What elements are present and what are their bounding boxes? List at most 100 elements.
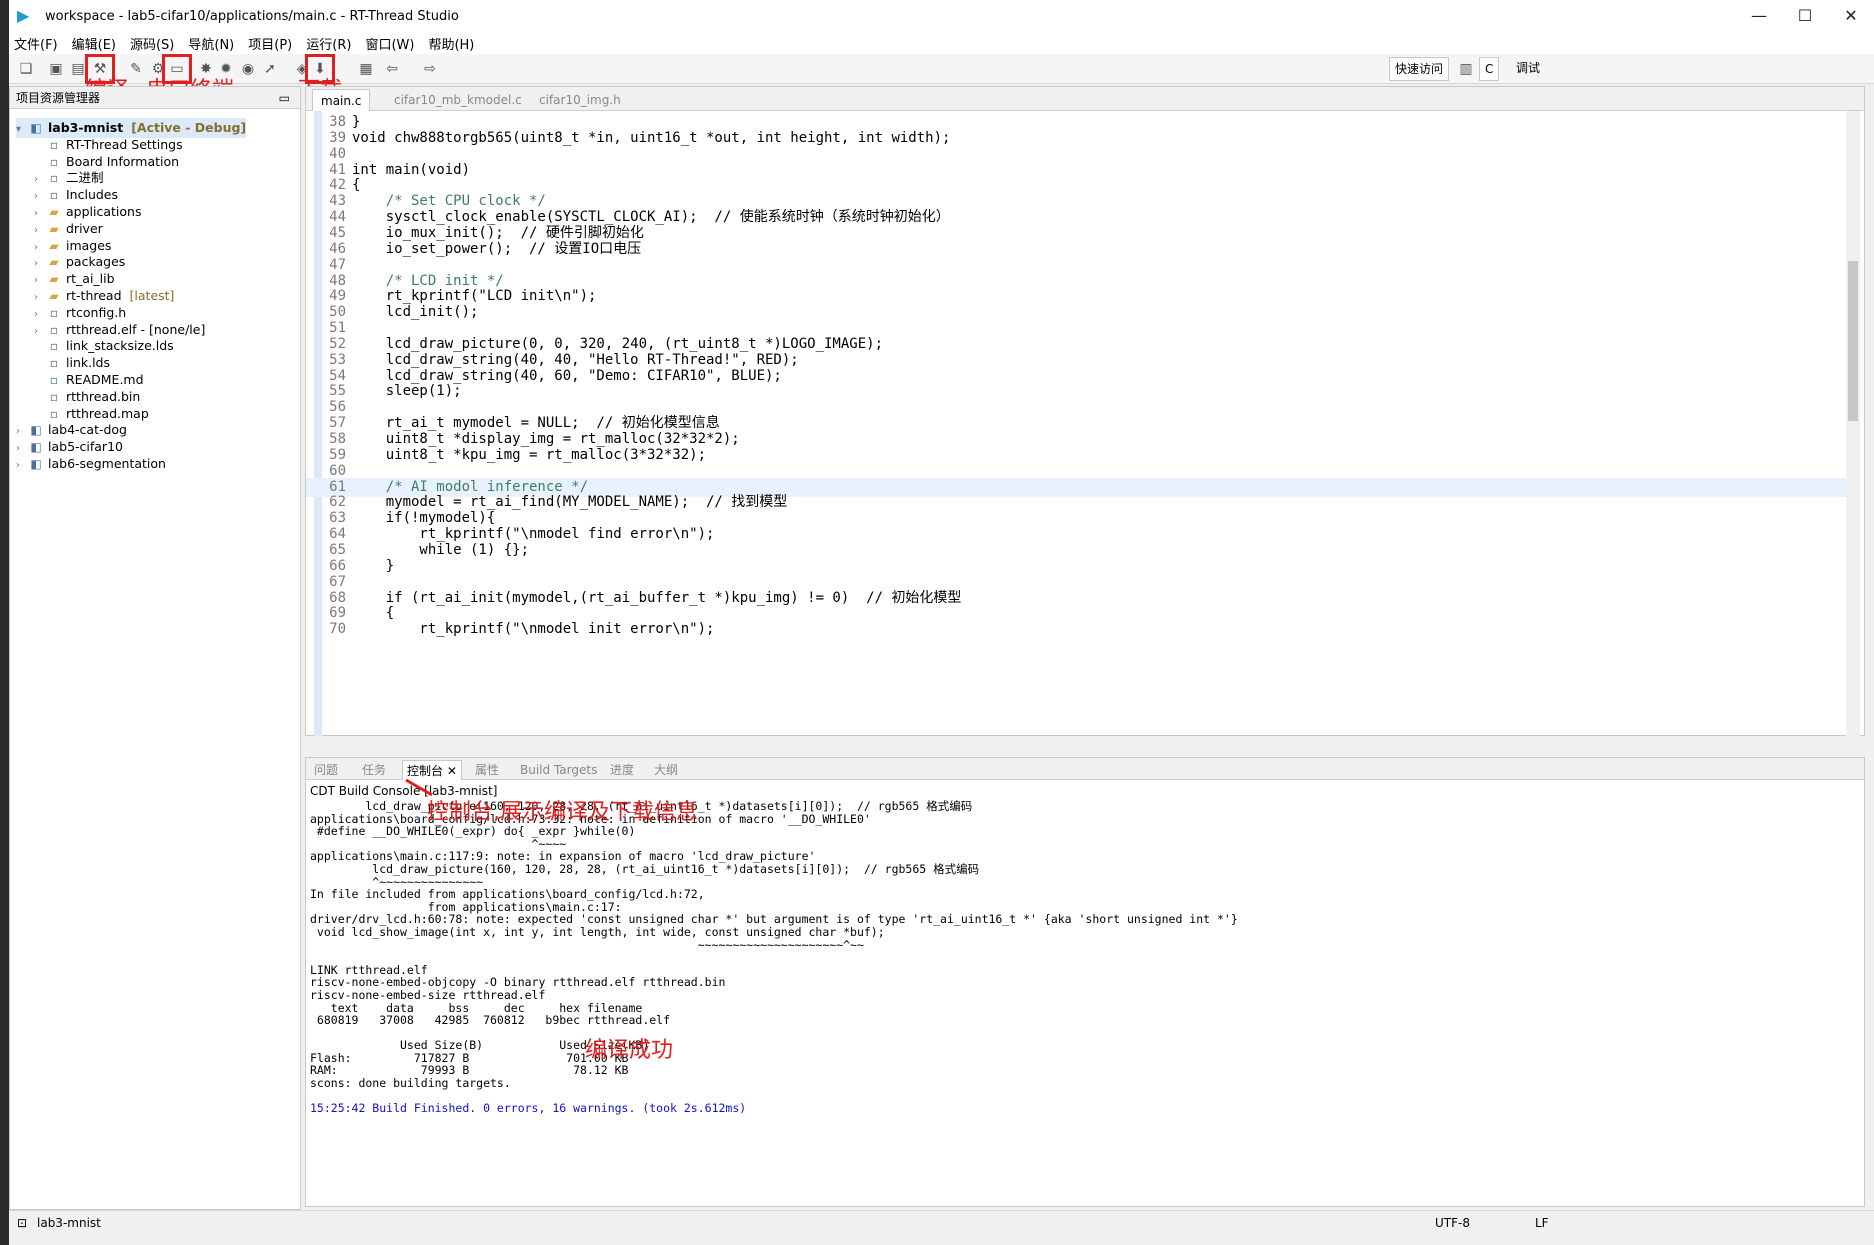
tab-label: cifar10_mb_kmodel.c bbox=[394, 93, 522, 107]
menu-source[interactable]: 源码(S) bbox=[130, 34, 174, 53]
tab-label: 进度 bbox=[610, 763, 635, 777]
annotation-build-success: 编译成功 bbox=[585, 1038, 674, 1063]
line-number: 70 bbox=[329, 621, 346, 638]
tree-item-label: link.lds bbox=[66, 355, 111, 371]
code-text: rt_ai_t mymodel = NULL; // 初始化模型信息 bbox=[352, 415, 720, 432]
quick-access-field[interactable]: 快速访问 bbox=[1389, 57, 1450, 81]
code-text: } bbox=[352, 557, 395, 574]
tab-cifar10-img[interactable]: cifar10_img.h bbox=[531, 89, 629, 111]
menu-project[interactable]: 项目(P) bbox=[248, 34, 292, 53]
code-text: sysctl_clock_enable(SYSCTL_CLOCK_AI); //… bbox=[352, 209, 950, 226]
console-output[interactable]: lcd_draw_picture(160, 120, 28, 28, (rt_a… bbox=[310, 800, 1840, 1190]
tree-item-label: applications bbox=[66, 204, 142, 219]
code-text: uint8_t *display_img = rt_malloc(32*32*2… bbox=[352, 431, 740, 447]
title-bar: ▶ workspace - lab5-cifar10/applications/… bbox=[9, 0, 1874, 32]
menu-help[interactable]: 帮助(H) bbox=[428, 34, 474, 53]
forward-arrow-icon[interactable]: ⇨ bbox=[419, 58, 441, 80]
debug-config-icon[interactable]: ◉ bbox=[237, 58, 259, 80]
tree-item-label: rt-thread bbox=[66, 288, 122, 303]
tab-cifar10-mb-kmodel[interactable]: cifar10_mb_kmodel.c bbox=[386, 89, 530, 111]
code-text: rt_kprintf("\nmodel init error\n"); bbox=[352, 621, 715, 638]
close-icon[interactable]: ✕ bbox=[447, 764, 457, 778]
code-text: int main(void) bbox=[352, 161, 471, 178]
tab-problems[interactable]: 问题 bbox=[310, 760, 342, 780]
terminal-icon[interactable]: ▦ bbox=[355, 58, 377, 80]
menu-navigate[interactable]: 导航(N) bbox=[188, 34, 234, 53]
console-line: RAM: 79993 B 78.12 KB bbox=[310, 1063, 629, 1078]
explorer-tab-label: 项目资源管理器 bbox=[16, 91, 101, 105]
back-arrow-icon[interactable]: ⇦ bbox=[381, 58, 403, 80]
perspective-debug-button[interactable]: 调试 bbox=[1511, 57, 1545, 81]
status-line-ending: LF bbox=[1535, 1216, 1549, 1230]
code-text: } bbox=[352, 114, 361, 130]
tab-label: main.c bbox=[321, 94, 362, 108]
annotation-console: 控制台,展示编译及下载信息 bbox=[427, 800, 698, 825]
tree-item[interactable]: › ◧ lab6-segmentation bbox=[16, 454, 166, 474]
tree-item-label: rtthread.map bbox=[66, 405, 149, 421]
tree-expand-icon[interactable]: › bbox=[16, 456, 28, 476]
tab-tasks[interactable]: 任务 bbox=[358, 760, 390, 780]
tab-main-c[interactable]: main.c bbox=[312, 89, 371, 111]
tree-item-label: link_stacksize.lds bbox=[66, 338, 174, 354]
tab-outline[interactable]: 大纲 bbox=[650, 760, 682, 780]
tab-label: cifar10_img.h bbox=[539, 93, 621, 107]
tab-build-targets[interactable]: Build Targets bbox=[516, 760, 601, 780]
tab-properties[interactable]: 属性 bbox=[471, 760, 503, 780]
window-controls: — ☐ ✕ bbox=[1736, 0, 1874, 32]
console-line: Used Size(B) Used Size(KB) bbox=[310, 1038, 650, 1053]
tab-progress[interactable]: 进度 bbox=[606, 760, 638, 780]
code-text: lcd_draw_string(40, 40, "Hello RT-Thread… bbox=[352, 351, 799, 368]
menu-bar: 文件(F) 编辑(E) 源码(S) 导航(N) 项目(P) 运行(R) 窗口(W… bbox=[9, 32, 1874, 54]
console-line: void lcd_show_image(int x, int y, int le… bbox=[310, 924, 885, 939]
perspective-c-button[interactable]: C bbox=[1479, 57, 1500, 81]
save-icon[interactable]: ▣ bbox=[45, 58, 67, 80]
code-text: /* LCD init */ bbox=[352, 272, 504, 289]
status-project-icon: ⊡ bbox=[17, 1216, 28, 1230]
menu-window[interactable]: 窗口(W) bbox=[365, 34, 414, 53]
code-text: /* AI modol inference */ bbox=[352, 478, 589, 495]
editor-scrollbar[interactable] bbox=[1846, 111, 1860, 736]
code-text: io_set_power(); // 设置IO口电压 bbox=[352, 240, 642, 257]
console-line: 15:25:42 Build Finished. 0 errors, 16 wa… bbox=[310, 1101, 747, 1116]
new-icon[interactable]: ❏ bbox=[15, 58, 37, 80]
menu-edit[interactable]: 编辑(E) bbox=[72, 34, 116, 53]
tree-expand-icon[interactable]: ▾ bbox=[16, 120, 28, 140]
code-editor: main.c cifar10_mb_kmodel.c cifar10_img.h… bbox=[305, 86, 1865, 736]
code-text: lcd_draw_picture(0, 0, 320, 240, (rt_uin… bbox=[352, 335, 884, 352]
menu-run[interactable]: 运行(R) bbox=[306, 34, 351, 53]
editor-tabs: main.c cifar10_mb_kmodel.c cifar10_img.h bbox=[306, 87, 1864, 111]
tree-item-label: RT-Thread Settings bbox=[66, 136, 183, 152]
maximize-button[interactable]: ☐ bbox=[1782, 0, 1828, 32]
ide-window: ▶ workspace - lab5-cifar10/applications/… bbox=[9, 0, 1874, 1245]
console-line: #define __DO_WHILE0(_expr) do{ _expr }wh… bbox=[310, 824, 636, 839]
code-text: mymodel = rt_ai_find(MY_MODEL_NAME); // … bbox=[352, 494, 788, 511]
minimize-panel-icon[interactable]: ▭ bbox=[279, 87, 290, 109]
window-title: workspace - lab5-cifar10/applications/ma… bbox=[45, 8, 459, 24]
code-text: if(!mymodel){ bbox=[352, 510, 496, 527]
tree-item-label: packages bbox=[66, 254, 126, 270]
scroll-thumb[interactable] bbox=[1848, 261, 1858, 421]
tab-label: Build Targets bbox=[520, 763, 598, 777]
tab-console[interactable]: 控制台 ✕ bbox=[402, 760, 462, 780]
tree-item-label: images bbox=[66, 237, 112, 253]
tree-item-label: Board Information bbox=[66, 153, 180, 169]
tree-item-decoration: [Active - Debug] bbox=[131, 120, 247, 135]
close-button[interactable]: ✕ bbox=[1828, 0, 1874, 32]
console-line: lcd_draw_picture(160, 120, 28, 28, (rt_a… bbox=[310, 861, 980, 876]
tab-label: 问题 bbox=[314, 763, 339, 777]
code-text: rt_kprintf("LCD init\n"); bbox=[352, 288, 597, 305]
code-text: if (rt_ai_init(mymodel,(rt_ai_buffer_t *… bbox=[352, 589, 962, 606]
console-tabs: 问题 任务 控制台 ✕ 属性 Build Targets 进度 大纲 bbox=[306, 758, 1864, 780]
menu-file[interactable]: 文件(F) bbox=[14, 34, 58, 53]
tree-item-label: Includes bbox=[66, 187, 119, 203]
code-text: rt_kprintf("\nmodel find error\n"); bbox=[352, 526, 715, 543]
code-line[interactable]: 70 rt_kprintf("\nmodel init error\n"); bbox=[306, 620, 1846, 639]
tree-item-label: lab4-cat-dog bbox=[48, 422, 127, 438]
open-perspective-icon[interactable]: ▥ bbox=[1455, 58, 1477, 80]
project-icon: ◧ bbox=[30, 457, 42, 471]
minimize-button[interactable]: — bbox=[1736, 0, 1782, 32]
run-config-icon[interactable]: ➚ bbox=[259, 58, 281, 80]
code-area[interactable]: 38} 39 void chw888torgb565(uint8_t *in, ui… bbox=[306, 111, 1846, 736]
explorer-tab[interactable]: 项目资源管理器 ▭ bbox=[10, 87, 300, 109]
